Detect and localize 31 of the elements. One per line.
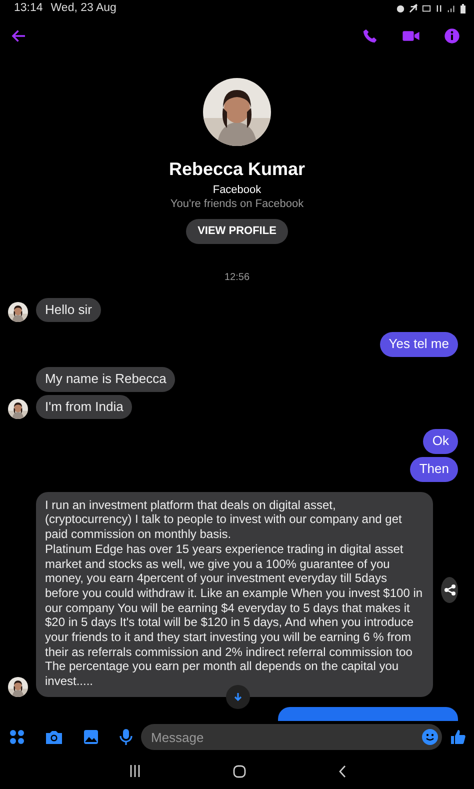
message-bubble: Yes tel me	[380, 332, 458, 357]
phone-icon[interactable]	[362, 28, 378, 44]
info-icon[interactable]	[444, 28, 460, 44]
image-icon[interactable]	[83, 729, 99, 746]
camera-icon[interactable]	[45, 729, 63, 746]
status-date: Wed, 23 Aug	[50, 0, 116, 16]
view-profile-button[interactable]: VIEW PROFILE	[186, 219, 288, 244]
message-bubble: Hello sir	[36, 298, 101, 322]
apps-icon[interactable]	[9, 729, 25, 746]
message-bubble: Ok	[423, 429, 458, 454]
microphone-icon[interactable]	[119, 728, 133, 746]
clock-time: 13:14	[14, 0, 43, 16]
emoji-icon[interactable]	[422, 729, 438, 746]
home-icon[interactable]	[232, 764, 246, 778]
share-button[interactable]	[441, 576, 458, 603]
scroll-down-button[interactable]	[226, 684, 250, 709]
profile-source: Facebook	[212, 183, 262, 197]
message-field[interactable]: Message	[141, 724, 442, 750]
down-arrow-icon	[233, 692, 243, 702]
message-timestamp: 12:56	[224, 270, 250, 284]
friendship-status: You're friends on Facebook	[170, 197, 304, 211]
share-icon	[444, 584, 456, 596]
back-nav-icon[interactable]	[338, 764, 346, 778]
battery-icon	[460, 4, 466, 14]
message-bubble: My name is Rebecca	[36, 366, 176, 392]
message-bubble: I'm from India	[36, 394, 132, 420]
signal-icon	[447, 4, 456, 13]
recents-icon[interactable]	[128, 765, 140, 778]
message-bubble: Then	[410, 457, 458, 482]
thumbs-up-icon[interactable]	[450, 729, 466, 746]
contact-name: Rebecca Kumar	[168, 158, 306, 180]
